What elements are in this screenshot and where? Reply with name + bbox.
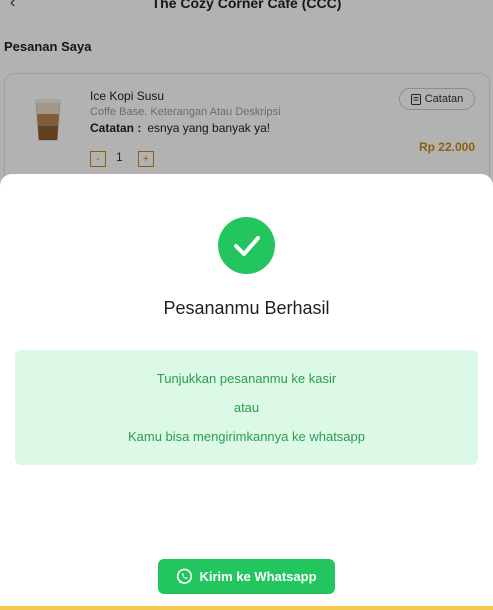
instruction-box: Tunjukkan pesananmu ke kasir atau Kamu b…: [15, 350, 478, 465]
send-whatsapp-button[interactable]: Kirim ke Whatsapp: [158, 559, 335, 594]
check-circle-icon: [218, 217, 275, 274]
success-title: Pesananmu Berhasil: [163, 298, 330, 318]
send-whatsapp-label: Kirim ke Whatsapp: [199, 569, 317, 584]
instruction-line: Tunjukkan pesananmu ke kasir: [156, 371, 337, 386]
whatsapp-icon: [177, 568, 193, 584]
checkmark-icon: [233, 235, 260, 256]
instruction-line: atau: [233, 400, 260, 415]
bottom-accent-bar: [0, 606, 493, 610]
success-bottom-sheet: Pesananmu Berhasil Tunjukkan pesananmu k…: [0, 174, 493, 610]
instruction-line: Kamu bisa mengirimkannya ke whatsapp: [127, 429, 365, 444]
